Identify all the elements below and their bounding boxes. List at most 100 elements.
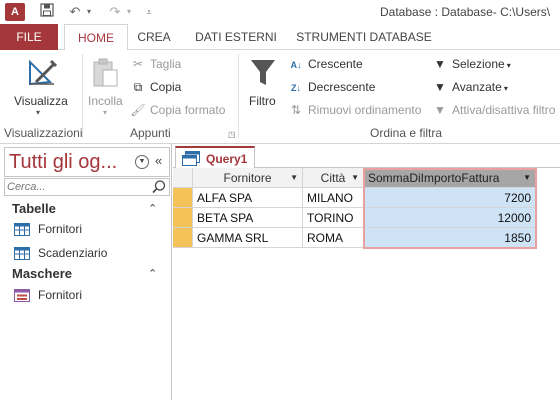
ribbon: Visualizza ▾ Visualizzazioni Incolla ▾ ✂…: [0, 50, 560, 144]
document-tab-label: Query1: [206, 152, 248, 166]
cell-somma[interactable]: 7200: [364, 188, 536, 208]
selezione-dropdown-icon: ▾: [506, 61, 511, 70]
select-all-corner[interactable]: [173, 168, 193, 188]
table-row[interactable]: GAMMA SRL ROMA 1850: [173, 228, 536, 248]
selezione-label: Selezione: [452, 57, 505, 71]
taglia-button[interactable]: ✂ Taglia: [130, 54, 181, 74]
visualizza-dropdown-icon: ▾: [36, 108, 41, 117]
cell-citta[interactable]: TORINO: [303, 208, 364, 228]
nav-title: Tutti gli og...: [9, 151, 118, 173]
row-selector[interactable]: [173, 208, 193, 228]
nav-item-label: Fornitori: [38, 288, 83, 302]
design-view-icon: [29, 59, 58, 86]
incolla-label: Incolla: [88, 94, 123, 108]
undo-dropdown-icon[interactable]: ▾: [84, 3, 94, 21]
taglia-label: Taglia: [150, 57, 182, 71]
row-selector[interactable]: [173, 228, 193, 248]
cell-fornitore[interactable]: GAMMA SRL: [193, 228, 303, 248]
decrescente-button[interactable]: Z↓ Decrescente: [288, 77, 375, 97]
query-icon: [182, 151, 200, 166]
cell-somma[interactable]: 1850: [364, 228, 536, 248]
window-title: Database : Database- C:\Users\: [380, 5, 551, 19]
redo-icon[interactable]: ↷: [106, 3, 124, 21]
save-icon[interactable]: [38, 3, 56, 21]
nav-item-table-fornitori[interactable]: Fornitori: [14, 219, 82, 239]
cell-somma[interactable]: 12000: [364, 208, 536, 228]
visualizza-label: Visualizza: [14, 94, 68, 108]
copia-button[interactable]: ⧉ Copia: [130, 77, 182, 97]
rimuovi-ordinamento-button[interactable]: ⇅ Rimuovi ordinamento: [288, 100, 421, 120]
nav-search-box: [4, 178, 170, 196]
nav-item-form-fornitori[interactable]: Fornitori: [14, 285, 82, 305]
section-collapse-icon[interactable]: ⌃: [148, 267, 157, 280]
sort-descending-icon: Z↓: [291, 83, 301, 93]
customize-qat-icon[interactable]: ⩡: [142, 3, 156, 21]
selection-filter-icon: ▼: [434, 57, 446, 71]
navigation-pane: Tutti gli og... ▼ « Tabelle ⌃ Fornitori …: [0, 144, 172, 400]
format-painter-icon: 🖌: [130, 103, 146, 117]
table-icon: [14, 247, 30, 261]
nav-menu-dropdown-icon[interactable]: ▼: [135, 155, 149, 169]
nav-section-maschere[interactable]: Maschere: [12, 266, 72, 281]
crescente-button[interactable]: A↓ Crescente: [288, 54, 363, 74]
tab-crea[interactable]: CREA: [130, 24, 178, 50]
nav-item-label: Fornitori: [38, 222, 83, 236]
tab-strumenti-database[interactable]: STRUMENTI DATABASE: [292, 24, 436, 50]
tab-file[interactable]: FILE: [0, 24, 58, 50]
document-tabstrip: Query1: [173, 144, 560, 169]
group-label-visualizzazioni: Visualizzazioni: [4, 126, 83, 140]
collapse-pane-icon[interactable]: «: [155, 153, 162, 168]
toggle-filter-icon: ▼: [434, 103, 446, 117]
table-row[interactable]: BETA SPA TORINO 12000: [173, 208, 536, 228]
cell-fornitore[interactable]: BETA SPA: [193, 208, 303, 228]
decrescente-label: Decrescente: [308, 80, 376, 94]
copia-formato-button[interactable]: 🖌 Copia formato: [130, 100, 225, 120]
header-row: Fornitore ▼ Città ▼ SommaDiImportoFattura ▼: [173, 168, 536, 188]
column-header-citta[interactable]: Città ▼: [303, 168, 364, 188]
paste-icon: [93, 58, 118, 87]
avanzate-dropdown-icon: ▾: [503, 84, 508, 93]
column-dropdown-icon[interactable]: ▼: [351, 168, 359, 187]
nav-item-table-scadenziario[interactable]: Scadenziario: [14, 243, 107, 263]
advanced-filter-icon: ▼: [434, 80, 446, 94]
access-app-icon[interactable]: A: [5, 3, 25, 21]
tab-dati-esterni[interactable]: DATI ESTERNI: [186, 24, 286, 50]
redo-dropdown-icon[interactable]: ▾: [124, 3, 134, 21]
cell-fornitore[interactable]: ALFA SPA: [193, 188, 303, 208]
undo-icon[interactable]: ↶: [66, 3, 84, 21]
copia-label: Copia: [150, 80, 182, 94]
title-bar: A ↶ ▾ ↷ ▾ ⩡ Database : Database- C:\User…: [0, 0, 560, 24]
rimuovi-label: Rimuovi ordinamento: [308, 103, 422, 117]
column-dropdown-icon[interactable]: ▼: [290, 168, 298, 187]
sort-ascending-icon: A↓: [290, 60, 302, 70]
nav-header[interactable]: Tutti gli og... ▼ «: [4, 147, 170, 177]
filtro-label: Filtro: [249, 94, 276, 108]
column-header-fornitore[interactable]: Fornitore ▼: [193, 168, 303, 188]
column-dropdown-icon[interactable]: ▼: [523, 168, 531, 187]
avanzate-button[interactable]: ▼ Avanzate ▾: [432, 77, 508, 97]
incolla-button[interactable]: Incolla ▾: [86, 54, 128, 117]
nav-search-input[interactable]: [7, 180, 147, 194]
copia-formato-label: Copia formato: [150, 103, 226, 117]
cell-citta[interactable]: MILANO: [303, 188, 364, 208]
section-collapse-icon[interactable]: ⌃: [148, 202, 157, 215]
table-row[interactable]: ALFA SPA MILANO 7200: [173, 188, 536, 208]
visualizza-button[interactable]: Visualizza ▾: [10, 54, 74, 117]
selezione-button[interactable]: ▼ Selezione ▾: [432, 54, 511, 74]
filtro-button[interactable]: Filtro: [244, 54, 284, 116]
row-selector[interactable]: [173, 188, 193, 208]
tab-query1[interactable]: Query1: [175, 146, 255, 169]
dialog-launcher-icon[interactable]: ◳: [228, 130, 236, 139]
nav-section-tabelle[interactable]: Tabelle: [12, 201, 56, 216]
column-header-label: Fornitore: [223, 171, 272, 185]
scissors-icon: ✂: [132, 57, 144, 71]
group-label-ordina-filtra: Ordina e filtra: [370, 126, 443, 140]
tab-home[interactable]: HOME: [64, 24, 128, 51]
cell-citta[interactable]: ROMA: [303, 228, 364, 248]
group-divider: [82, 54, 83, 138]
attiva-disattiva-filtro-button[interactable]: ▼ Attiva/disattiva filtro: [432, 100, 555, 120]
group-label-appunti: Appunti: [130, 126, 171, 140]
group-divider: [238, 54, 239, 138]
column-header-sommadiimportofattura[interactable]: SommaDiImportoFattura ▼: [364, 168, 536, 188]
search-icon[interactable]: [151, 179, 167, 195]
